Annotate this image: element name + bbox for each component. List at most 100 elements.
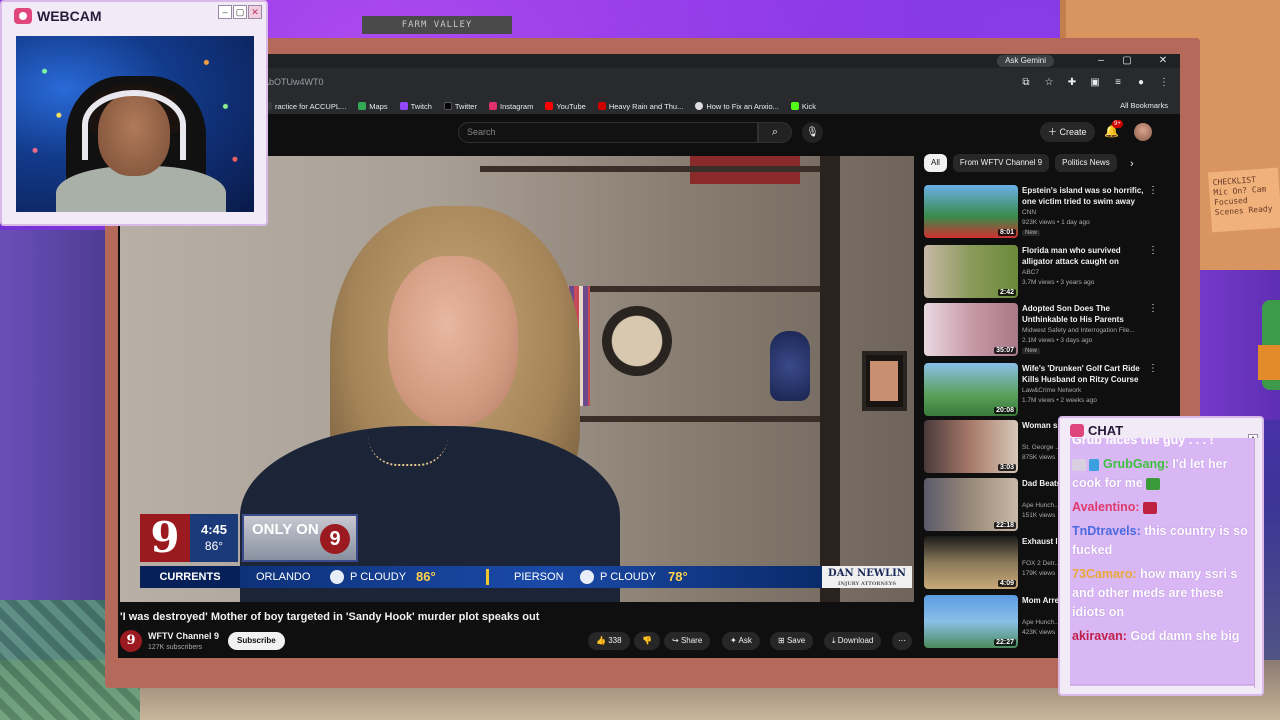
all-bookmarks-button[interactable]: All Bookmarks [1120, 101, 1168, 110]
bookmark[interactable]: Twitch [399, 102, 432, 111]
video-thumbnail[interactable]: 4:09 [924, 536, 1018, 589]
chip-politics[interactable]: Politics News [1055, 154, 1117, 172]
download-button[interactable]: ⤓ Download [824, 632, 882, 650]
duration-badge: 4:09 [997, 580, 1016, 587]
bookmark[interactable]: How to Fix an Anxio... [695, 102, 779, 111]
chat-bubble-icon [1070, 424, 1084, 437]
video-thumbnail[interactable]: 3:03 [924, 420, 1018, 473]
video-thumbnail[interactable]: 8:01 [924, 185, 1018, 238]
only-on-text: ONLY ON [252, 521, 319, 538]
minimize-button[interactable]: – [1088, 54, 1114, 68]
bookmark[interactable]: ractice for ACCUPL... [264, 102, 346, 111]
save-label: Save [786, 636, 806, 645]
channel-name[interactable]: WFTV Channel 9 [148, 631, 219, 641]
ask-gemini-button[interactable]: Ask Gemini [997, 55, 1054, 67]
recommendation-channel[interactable]: Ape Hunch... [1022, 619, 1060, 626]
sponsor-name: DAN NEWLIN [828, 568, 906, 579]
recommendation-title[interactable]: Epstein's island was so horrific, one vi… [1022, 185, 1144, 207]
save-button[interactable]: ⊞ Save [770, 632, 814, 650]
chevron-right-icon[interactable]: › [1130, 158, 1134, 170]
more-vert-icon[interactable]: ⋮ [1148, 245, 1158, 256]
video-thumbnail[interactable]: 22:18 [924, 478, 1018, 531]
webcam-window-buttons: – ▢ ✕ [218, 5, 262, 19]
menu-icon[interactable]: ⋮ [1158, 77, 1170, 89]
channel-avatar[interactable]: 9 [120, 630, 142, 652]
like-button[interactable]: 👍 338 [588, 632, 630, 650]
recommendation-item[interactable]: 20:08 Wife's 'Drunken' Golf Cart Ride Ki… [924, 363, 1164, 417]
recommendation-title[interactable]: Adopted Son Does The Unthinkable to His … [1022, 303, 1144, 325]
share-button[interactable]: ↪ Share [664, 632, 711, 650]
create-button[interactable]: ＋ Create [1040, 122, 1095, 142]
bookmark[interactable]: Maps [358, 101, 388, 111]
sidepanel-icon[interactable]: ▣ [1089, 77, 1101, 89]
bookmark[interactable]: Kick [790, 102, 816, 111]
more-vert-icon[interactable]: ⋮ [1148, 303, 1158, 314]
farm-valley-sign: FARM VALLEY [362, 16, 512, 34]
recommendation-channel[interactable]: Law&Crime Network [1022, 387, 1081, 394]
bookmark-label: How to Fix an Anxio... [706, 101, 779, 111]
video-thumbnail[interactable]: 2:42 [924, 245, 1018, 298]
chat-divider [1070, 684, 1254, 692]
recommendation-channel[interactable]: Ape Hunch... [1022, 502, 1060, 509]
video-thumbnail[interactable]: 22:27 [924, 595, 1018, 648]
profile-icon[interactable]: ● [1135, 77, 1147, 89]
maximize-icon: ▢ [233, 5, 247, 19]
ticker-condition: P CLOUDY [600, 571, 657, 583]
more-vert-icon[interactable]: ⋮ [1148, 185, 1158, 196]
ticker-condition: P CLOUDY [350, 571, 407, 583]
recommendation-item[interactable]: 2:42 Florida man who survived alligator … [924, 245, 1164, 299]
avatar[interactable] [1134, 123, 1152, 141]
recommendation-channel[interactable]: ABC7 [1022, 269, 1039, 276]
more-vert-icon[interactable]: ⋮ [1148, 363, 1158, 374]
chip-channel[interactable]: From WFTV Channel 9 [952, 154, 1050, 172]
share-icon: ↪ [672, 636, 681, 645]
recommendation-channel[interactable]: CNN [1022, 209, 1036, 216]
video-thumbnail[interactable]: 20:08 [924, 363, 1018, 416]
chat-message-truncated: Grub faces the guy . . . ! [1072, 438, 1214, 447]
chat-username: 73Camaro: [1072, 567, 1137, 581]
bookmark[interactable]: YouTube [545, 101, 586, 111]
recommendation-item[interactable]: 8:01 Epstein's island was so horrific, o… [924, 185, 1164, 239]
chip-all[interactable]: All [924, 154, 947, 172]
bookmark-icon: ⊞ [778, 636, 787, 645]
bookmark-label: Twitter [454, 101, 477, 111]
ticker-temp: 78° [668, 569, 688, 584]
recommendation-meta: 1.7M views • 2 weeks ago [1022, 397, 1097, 404]
bookmark[interactable]: Instagram [488, 102, 533, 111]
search-icon: ⌕ [771, 126, 779, 138]
media-icon[interactable]: ≡ [1112, 77, 1124, 89]
extensions-icon[interactable]: ✚ [1066, 77, 1078, 89]
recommendation-channel[interactable]: St. George ... [1022, 444, 1061, 451]
maximize-button[interactable]: ▢ [1114, 54, 1140, 68]
more-actions-button[interactable]: ⋯ [892, 632, 912, 650]
bookmarks-bar: ractice for ACCUPL... Maps Twitch Twitte… [118, 98, 1180, 114]
bookmark[interactable]: Twitter [443, 101, 477, 111]
recommendation-channel[interactable]: Midwest Safety and Interrogation File... [1022, 327, 1135, 334]
toolbar-icons: ⧉ ☆ ✚ ▣ ≡ ● ⋮ [1020, 77, 1170, 89]
recommendation-title[interactable]: Wife's 'Drunken' Golf Cart Ride Kills Hu… [1022, 363, 1144, 385]
chat-text: God damn she big [1130, 629, 1240, 643]
search-placeholder: Search [467, 127, 496, 137]
recommendation-title[interactable]: Florida man who survived alligator attac… [1022, 245, 1144, 267]
close-button[interactable]: ✕ [1150, 54, 1176, 68]
video-subject-face [388, 256, 518, 426]
youtube-header: Search ⌕ 🎙 ＋ Create 🔔 9+ [118, 114, 1180, 150]
video-thumbnail[interactable]: 35:07 [924, 303, 1018, 356]
search-input[interactable]: Search [458, 122, 758, 143]
only-on-logo: 9 [320, 524, 350, 554]
bookmark-label: Maps [369, 101, 388, 111]
new-badge: New [1022, 230, 1041, 236]
search-button[interactable]: ⌕ [758, 122, 792, 143]
recommendation-channel[interactable]: FOX 2 Detr... [1022, 560, 1060, 567]
notification-badge: 9+ [1112, 120, 1123, 128]
recommendation-item[interactable]: 35:07 Adopted Son Does The Unthinkable t… [924, 303, 1164, 357]
install-icon[interactable]: ⧉ [1020, 77, 1032, 89]
dislike-button[interactable]: 👎 [634, 632, 660, 650]
bookmark[interactable]: Heavy Rain and Thu... [597, 102, 683, 111]
ask-button[interactable]: ✦ Ask [722, 632, 760, 650]
recommendation-meta: 179K views [1022, 570, 1056, 577]
subscribe-button[interactable]: Subscribe [228, 632, 285, 650]
voice-search-button[interactable]: 🎙 [802, 122, 823, 143]
bookmark-label: YouTube [556, 101, 586, 111]
star-icon[interactable]: ☆ [1043, 77, 1055, 89]
